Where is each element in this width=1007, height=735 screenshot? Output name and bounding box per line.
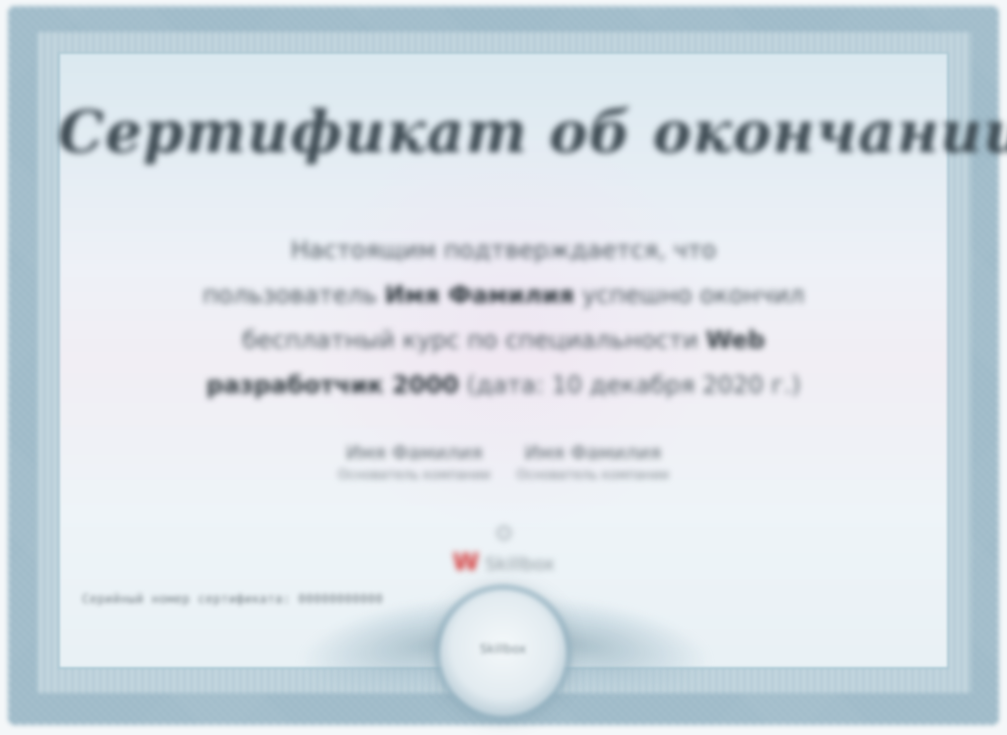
body-text-segment: бесплатный курс по специальности xyxy=(242,326,706,354)
course-name-part: Web xyxy=(705,326,765,354)
certificate-page: Сертификат об окончании Настоящим подтве… xyxy=(0,0,1007,735)
body-line: бесплатный курс по специальности Web xyxy=(88,318,919,363)
signature-block: Имя Фамилия Основатель компании xyxy=(338,442,491,483)
body-line: пользователь Имя Фамилия успешно окончил xyxy=(88,273,919,318)
company-logo: W Skillbox xyxy=(58,526,949,576)
signature-role: Основатель компании xyxy=(516,468,670,483)
body-text-segment: Настоящим подтверждается, что xyxy=(290,236,717,264)
seal-text: Skillbox xyxy=(479,642,527,656)
serial-number: Серийный номер сертификата: 00000000000 xyxy=(82,592,384,606)
signature-name: Имя Фамилия xyxy=(345,442,483,464)
body-text-segment: успешно окончил xyxy=(574,281,805,309)
completion-date: (дата: 10 декабря 2020 г.) xyxy=(458,371,801,399)
signature-role: Основатель компании xyxy=(337,468,491,483)
body-line: разработчик 2000 (дата: 10 декабря 2020 … xyxy=(88,363,919,408)
signatures: Имя Фамилия Основатель компании Имя Фами… xyxy=(58,442,949,483)
logo-text: Skillbox xyxy=(485,554,555,575)
logo-ring-icon xyxy=(496,526,511,540)
certificate-title: Сертификат об окончании xyxy=(58,98,1007,166)
signature-block: Имя Фамилия Основатель компании xyxy=(517,442,670,483)
body-text-segment: пользователь xyxy=(202,281,385,309)
recipient-name: Имя Фамилия xyxy=(384,281,575,309)
body-line: Настоящим подтверждается, что xyxy=(88,228,919,273)
certificate-body: Настоящим подтверждается, что пользовате… xyxy=(88,228,919,408)
signature-name: Имя Фамилия xyxy=(524,442,662,464)
course-name-part: разработчик 2000 xyxy=(206,371,459,399)
certificate-content: Сертификат об окончании Настоящим подтве… xyxy=(58,52,1007,669)
logo-mark-icon: W xyxy=(452,548,480,576)
